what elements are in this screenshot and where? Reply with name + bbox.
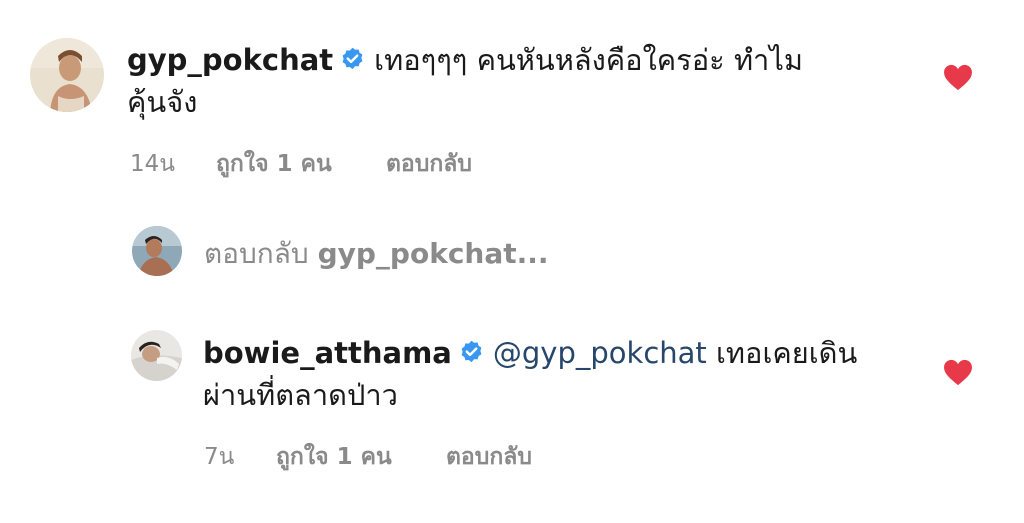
comment-text: gyp_pokchat เทอๆๆๆ คนหันหลังคือใครอ่ะ ทำไ… — [127, 39, 887, 123]
reply-input-prompt[interactable]: ตอบกลับ gyp_pokchat... — [204, 232, 549, 276]
avatar-current-user — [132, 226, 182, 276]
verified-badge-icon — [458, 339, 485, 366]
likes-count-link[interactable]: ถูกใจ 1 คน — [276, 439, 392, 475]
comment-body-line2: คุ้นจัง — [127, 85, 198, 119]
reply-link[interactable]: ตอบกลับ — [446, 439, 532, 475]
comment-body: เทอๆๆๆ คนหันหลังคือใครอ่ะ ทำไม — [374, 43, 804, 77]
avatar-bowie-atthama[interactable] — [131, 330, 182, 381]
likes-count-link[interactable]: ถูกใจ 1 คน — [216, 146, 332, 182]
like-heart-icon[interactable] — [943, 64, 973, 91]
comment-meta: 7น ถูกใจ 1 คน ตอบกลับ — [204, 439, 604, 470]
username-link[interactable]: gyp_pokchat — [127, 43, 333, 77]
timestamp: 7น — [204, 444, 235, 470]
reply-prompt-prefix: ตอบกลับ — [204, 237, 309, 270]
reply-link[interactable]: ตอบกลับ — [386, 146, 472, 182]
username-link[interactable]: bowie_atthama — [203, 336, 452, 370]
mention-link[interactable]: @gyp_pokchat — [493, 336, 707, 370]
comment-text: bowie_atthama @gyp_pokchat เทอเคยเดิน ผ่า… — [203, 332, 923, 416]
like-heart-icon[interactable] — [943, 359, 973, 386]
avatar-gyp-pokchat[interactable] — [30, 38, 104, 112]
timestamp: 14น — [130, 151, 175, 177]
verified-badge-icon — [339, 46, 366, 73]
comment-meta: 14น ถูกใจ 1 คน ตอบกลับ — [130, 146, 530, 177]
comment-body: เทอเคยเดิน — [716, 336, 858, 370]
reply-prompt-target: gyp_pokchat... — [317, 237, 549, 270]
comment-body-line2: ผ่านที่ตลาดป่าว — [203, 378, 398, 412]
